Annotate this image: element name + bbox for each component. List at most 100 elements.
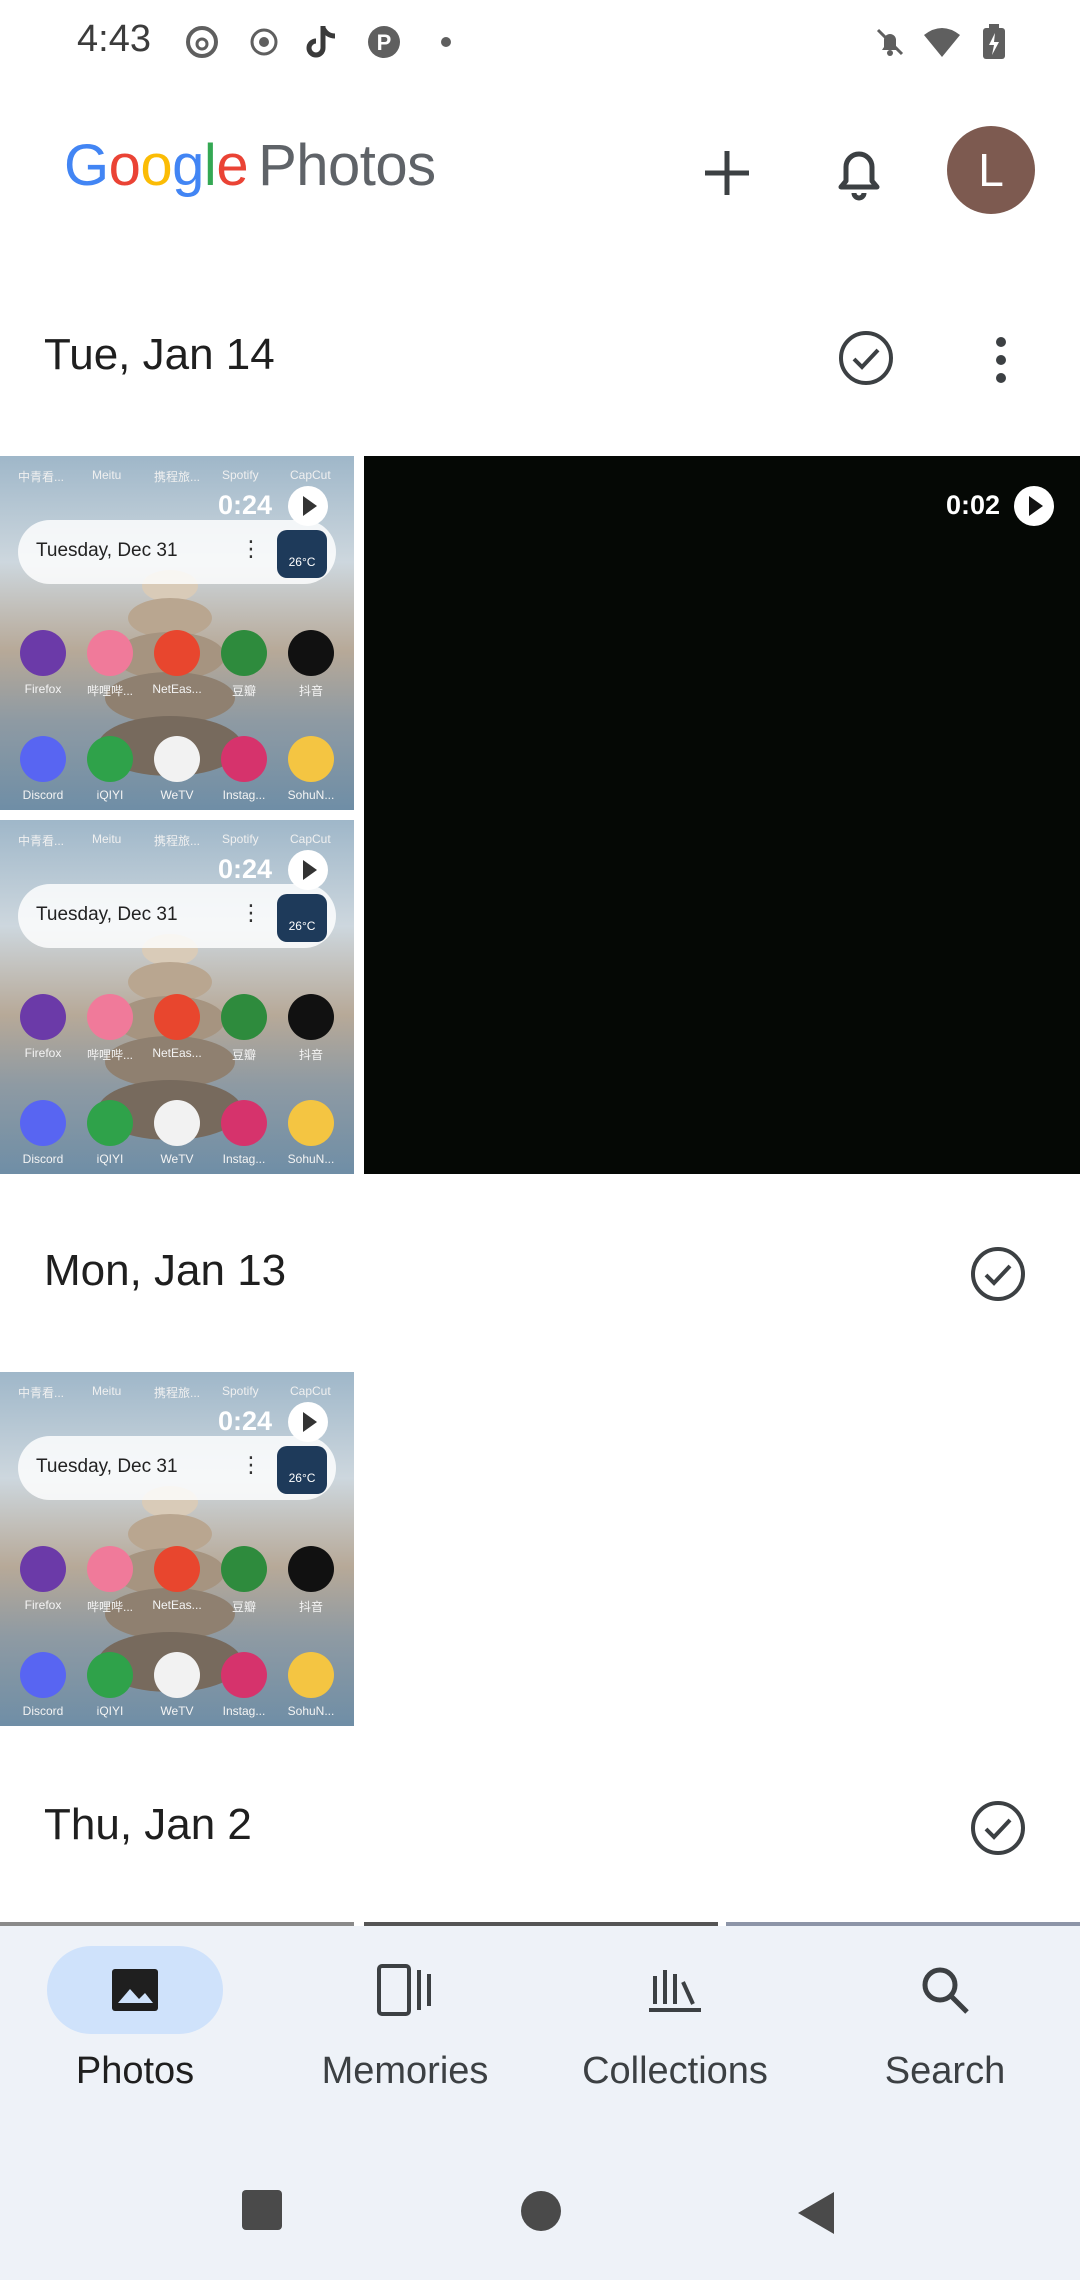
home-button[interactable] xyxy=(520,2190,562,2232)
app-label: CapCut xyxy=(290,832,331,846)
more-vert-icon xyxy=(996,337,1006,383)
google-photos-logo: Google Photos xyxy=(64,133,436,198)
circle-icon xyxy=(521,2191,561,2231)
iqiyi-icon xyxy=(87,1100,133,1146)
weather-widget: 26°C xyxy=(277,894,327,942)
nav-label: Photos xyxy=(75,2050,195,2092)
app-label: NetEas... xyxy=(152,682,202,696)
wetv-icon xyxy=(154,1652,200,1698)
app-label: Firefox xyxy=(24,682,62,696)
app-label: Instag... xyxy=(222,788,266,802)
search-icon xyxy=(922,1967,969,2014)
video-duration: 0:24 xyxy=(217,854,272,884)
app-label: Spotify xyxy=(222,832,259,846)
app-label: WeTV xyxy=(160,788,194,802)
app-label: Meitu xyxy=(92,468,122,482)
instagram-icon xyxy=(221,1652,267,1698)
memories-icon xyxy=(377,1964,431,2016)
add-button[interactable] xyxy=(694,140,760,206)
wetv-icon xyxy=(154,736,200,782)
firefox-icon xyxy=(20,630,66,676)
app-label: Discord xyxy=(22,1152,64,1166)
sohu-news-icon xyxy=(288,736,334,782)
more-options-button[interactable] xyxy=(976,330,1026,390)
more-vert-icon: ⋮ xyxy=(240,536,262,561)
video-thumbnail[interactable]: 中青看... Meitu 携程旅... Spotify CapCut 0:24 … xyxy=(0,456,354,810)
app-label: 中青看... xyxy=(18,470,65,484)
app-label: iQIYI xyxy=(96,1152,124,1166)
video-thumbnail[interactable]: 中青看... Meitu 携程旅... Spotify CapCut 0:24 … xyxy=(0,820,354,1174)
video-thumbnail[interactable]: 中青看... Meitu 携程旅... Spotify CapCut 0:24 … xyxy=(0,1372,354,1726)
app-label: 豆瓣 xyxy=(231,1600,256,1614)
nav-memories[interactable]: Memories xyxy=(290,1946,520,2096)
recent-apps-button[interactable] xyxy=(242,2190,282,2230)
photo-icon xyxy=(112,1969,158,2011)
app-label: WeTV xyxy=(160,1152,194,1166)
bilibili-icon xyxy=(87,994,133,1040)
app-label: 哔哩哔... xyxy=(86,684,133,698)
app-label: 抖音 xyxy=(298,1048,323,1062)
douyin-icon xyxy=(288,630,334,676)
widget-date: Tuesday, Dec 31 xyxy=(36,540,178,561)
svg-text:P: P xyxy=(377,30,392,55)
firefox-icon xyxy=(20,994,66,1040)
nav-pill xyxy=(857,1946,1033,2034)
record-icon xyxy=(244,22,284,62)
video-duration: 0:24 xyxy=(217,1406,272,1436)
firefox-icon xyxy=(20,1546,66,1592)
status-time: 4:43 xyxy=(77,18,151,60)
pinterest-icon: P xyxy=(364,22,404,62)
app-label: CapCut xyxy=(290,468,331,482)
more-notifications-dot-icon xyxy=(426,22,466,62)
notifications-button[interactable] xyxy=(826,136,892,206)
app-label: 抖音 xyxy=(298,684,323,698)
app-label: Firefox xyxy=(24,1598,62,1612)
app-label: 豆瓣 xyxy=(231,684,256,698)
app-label: 携程旅... xyxy=(154,834,201,848)
play-icon xyxy=(1014,486,1054,526)
avatar[interactable]: L xyxy=(947,126,1035,214)
check-circle-icon xyxy=(971,1247,1025,1301)
weather-widget: 26°C xyxy=(277,530,327,578)
select-all-button[interactable] xyxy=(966,1242,1030,1306)
app-label: 抖音 xyxy=(298,1600,323,1614)
douyin-icon xyxy=(288,994,334,1040)
select-all-button[interactable] xyxy=(834,326,898,390)
wetv-icon xyxy=(154,1100,200,1146)
nav-photos[interactable]: Photos xyxy=(20,1946,250,2096)
nav-search[interactable]: Search xyxy=(830,1946,1060,2096)
app-label: Instag... xyxy=(222,1704,266,1718)
select-all-button[interactable] xyxy=(966,1796,1030,1860)
app-label: 携程旅... xyxy=(154,1386,201,1400)
back-button[interactable] xyxy=(796,2190,836,2236)
bilibili-icon xyxy=(87,630,133,676)
app-label: 哔哩哔... xyxy=(86,1048,133,1062)
app-label: Instag... xyxy=(222,1152,266,1166)
nav-collections[interactable]: Collections xyxy=(560,1946,790,2096)
video-duration: 0:02 xyxy=(945,490,1000,520)
app-label: SohuN... xyxy=(287,1152,335,1166)
app-label: SohuN... xyxy=(287,788,335,802)
video-thumbnail-large[interactable]: 0:02 xyxy=(364,456,1080,1174)
square-icon xyxy=(242,2190,282,2230)
netease-icon xyxy=(154,994,200,1040)
nav-label: Collections xyxy=(582,2050,768,2092)
bilibili-icon xyxy=(87,1546,133,1592)
douyin-icon xyxy=(288,1546,334,1592)
status-bar: 4:43 P xyxy=(0,0,1080,86)
more-vert-icon: ⋮ xyxy=(240,900,262,925)
discord-icon xyxy=(20,1652,66,1698)
back-triangle-icon xyxy=(798,2192,834,2234)
section-date-tue-jan-14: Tue, Jan 14 xyxy=(44,330,275,379)
douban-icon xyxy=(221,1546,267,1592)
section-date-mon-jan-13: Mon, Jan 13 xyxy=(44,1246,287,1295)
app-label: Spotify xyxy=(222,1384,259,1398)
iqiyi-icon xyxy=(87,1652,133,1698)
wifi-icon xyxy=(922,22,962,62)
app-label: Meitu xyxy=(92,832,122,846)
netease-icon xyxy=(154,630,200,676)
nav-label: Search xyxy=(884,2050,1006,2092)
app-label: Discord xyxy=(22,1704,64,1718)
weather-widget: 26°C xyxy=(277,1446,327,1494)
app-label: 豆瓣 xyxy=(231,1048,256,1062)
